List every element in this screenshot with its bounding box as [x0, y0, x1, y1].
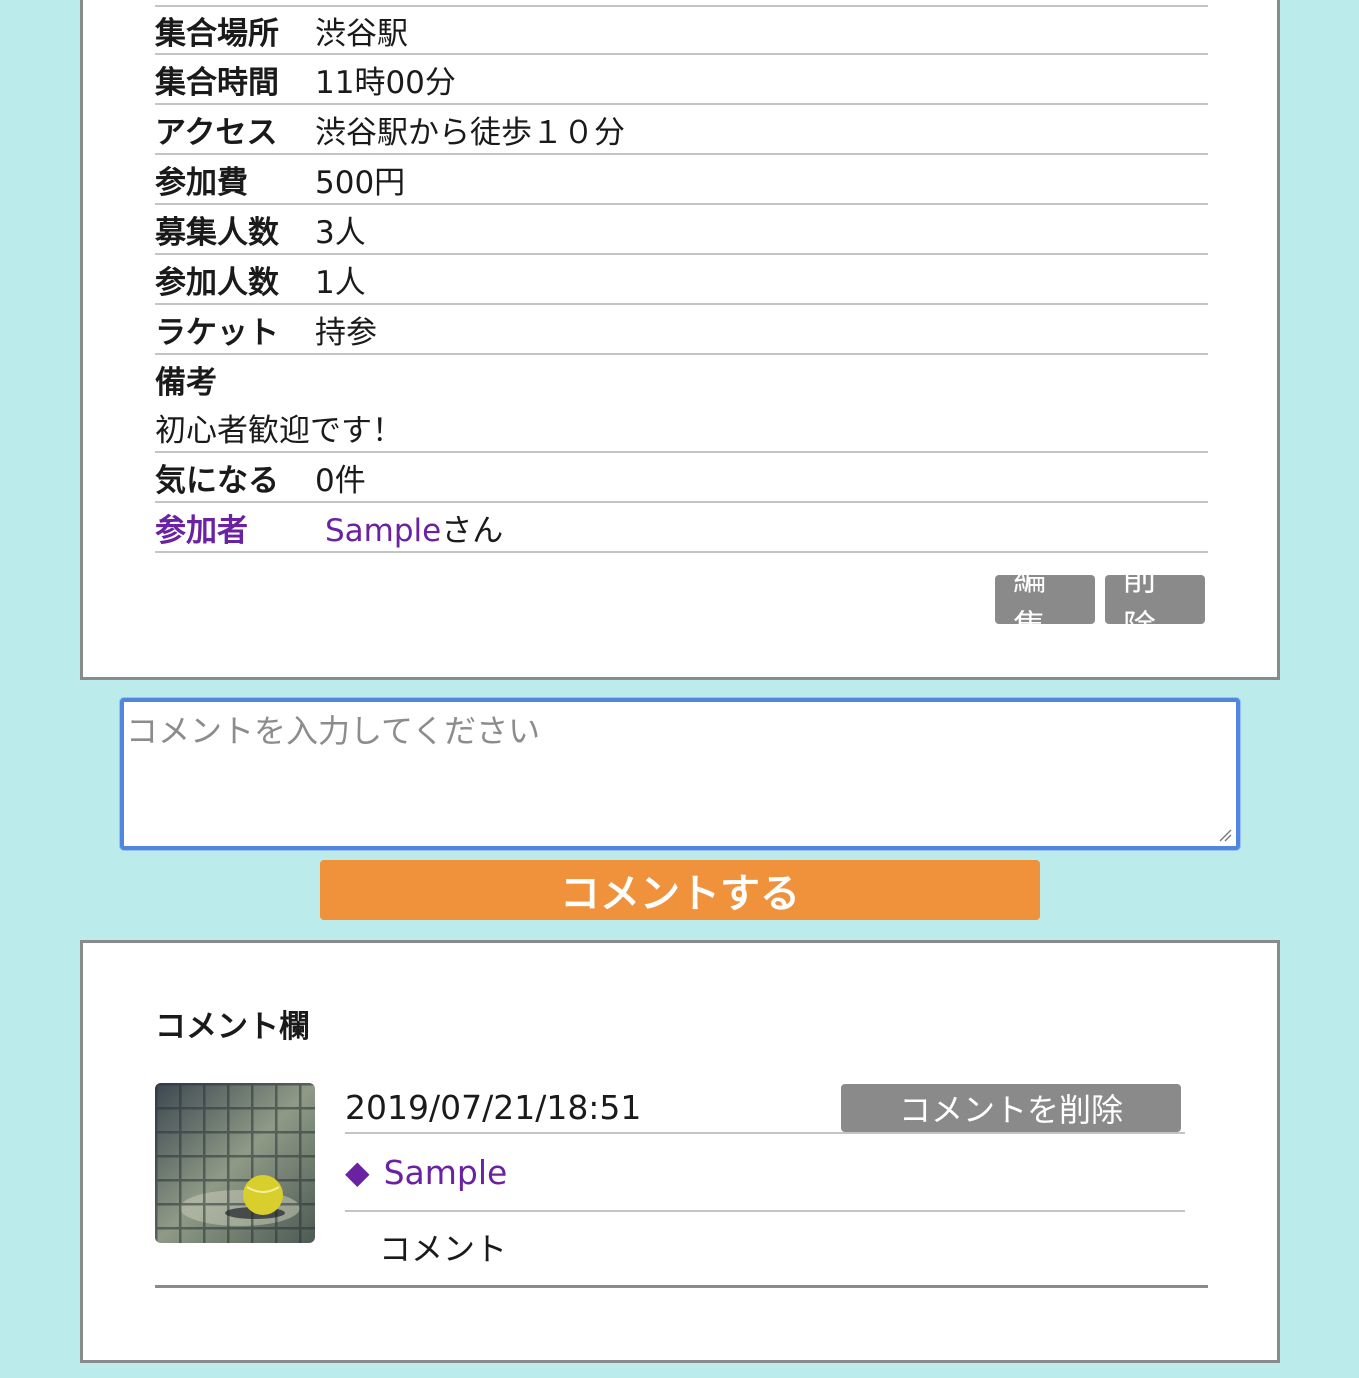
comment-input[interactable]: コメントを入力してください	[120, 698, 1240, 850]
comment-placeholder: コメントを入力してください	[126, 712, 541, 750]
resize-handle-icon[interactable]	[1218, 828, 1232, 842]
comments-panel: コメント欄 2019/07/21/18:51 コメントを削除 ◆ Sample …	[80, 940, 1280, 1363]
comment-date: 2019/07/21/18:51	[345, 1088, 642, 1127]
delete-comment-button[interactable]: コメントを削除	[841, 1083, 1181, 1132]
event-action-buttons: 編集 削除	[995, 559, 1205, 646]
comment-text-row: コメント	[345, 1212, 1185, 1282]
detail-row-meeting-place: 集合場所 渋谷駅	[155, 5, 1208, 55]
detail-row-participants: 参加者 Sampleさん	[155, 503, 1208, 553]
participant-suffix: さん	[441, 512, 504, 549]
edit-button[interactable]: 編集	[995, 559, 1095, 646]
detail-row-interest: 気になる 0件	[155, 453, 1208, 503]
detail-value: 1人	[315, 264, 366, 301]
detail-value: 500円	[315, 164, 406, 201]
comment-divider	[155, 1285, 1208, 1288]
detail-row-racket: ラケット 持参	[155, 305, 1208, 355]
note-text-row: 初心者歓迎です！	[155, 403, 1208, 453]
delete-button[interactable]: 削除	[1105, 559, 1205, 646]
comment-user-row: ◆ Sample	[345, 1134, 1185, 1212]
detail-label: 集合場所	[155, 15, 279, 52]
comment-text: コメント	[379, 1230, 508, 1268]
diamond-icon: ◆	[345, 1153, 370, 1191]
detail-row-attendees: 参加人数 1人	[155, 255, 1208, 305]
detail-row-fee: 参加費 500円	[155, 155, 1208, 205]
comment-item: 2019/07/21/18:51 コメントを削除 ◆ Sample コメント	[345, 1083, 1185, 1282]
detail-value: 持参	[315, 314, 377, 351]
detail-row-access: アクセス 渋谷駅から徒歩１０分	[155, 105, 1208, 155]
detail-label: 参加費	[155, 164, 248, 201]
detail-row-capacity: 募集人数 3人	[155, 205, 1208, 255]
detail-value: 11時00分	[315, 64, 456, 101]
participants-link[interactable]: 参加者	[155, 505, 325, 550]
submit-comment-button[interactable]: コメントする	[320, 860, 1040, 920]
tennis-ball-photo	[155, 1083, 315, 1243]
detail-rows: 集合場所 渋谷駅 集合時間 11時00分 アクセス 渋谷駅から徒歩１０分 参加費…	[155, 0, 1208, 553]
comment-user-link[interactable]: Sample	[384, 1153, 508, 1192]
detail-label: 募集人数	[155, 214, 279, 251]
event-details-panel: 集合場所 渋谷駅 集合時間 11時00分 アクセス 渋谷駅から徒歩１０分 参加費…	[80, 0, 1280, 680]
comment-header: 2019/07/21/18:51 コメントを削除	[345, 1083, 1185, 1134]
detail-label: 気になる	[155, 462, 279, 499]
participant-name-link[interactable]: Sample	[325, 513, 441, 549]
detail-value: 渋谷駅	[315, 15, 408, 52]
detail-value: 0件	[315, 462, 366, 499]
detail-label: 備考	[155, 364, 217, 401]
detail-row-note: 備考	[155, 355, 1208, 403]
detail-row-meeting-time: 集合時間 11時00分	[155, 55, 1208, 105]
detail-value: 渋谷駅から徒歩１０分	[315, 114, 625, 151]
detail-label: ラケット	[155, 314, 279, 351]
detail-value: 3人	[315, 214, 366, 251]
note-text: 初心者歓迎です！	[155, 412, 403, 449]
comments-title: コメント欄	[155, 1009, 310, 1045]
comment-avatar	[155, 1083, 315, 1243]
detail-label: 参加人数	[155, 264, 279, 301]
detail-label: 集合時間	[155, 64, 279, 101]
detail-label: アクセス	[155, 114, 278, 151]
